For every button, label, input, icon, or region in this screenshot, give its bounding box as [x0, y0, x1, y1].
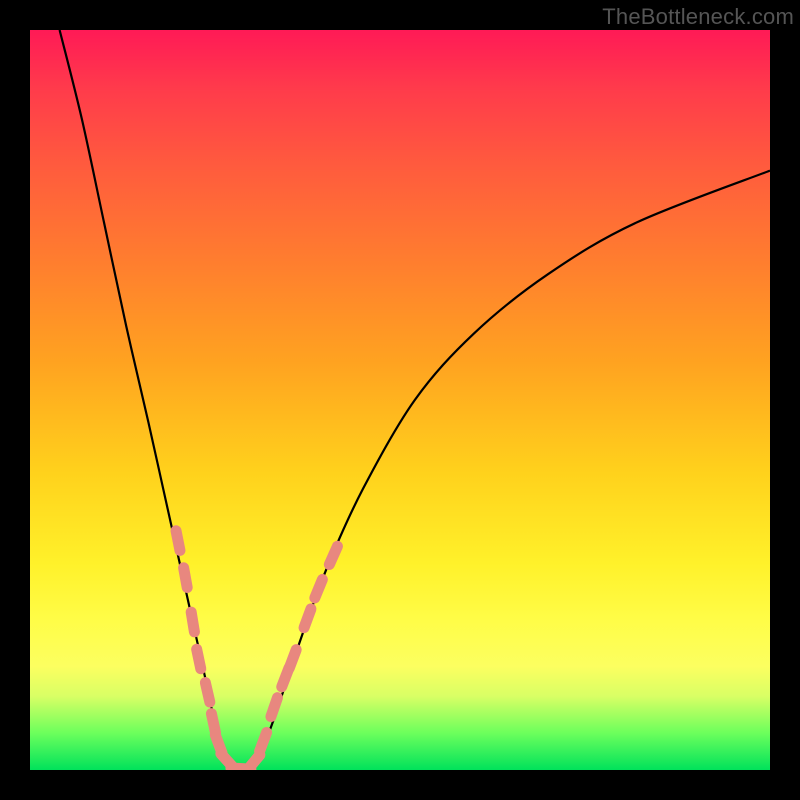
chart-frame: TheBottleneck.com: [0, 0, 800, 800]
data-marker: [205, 683, 209, 702]
data-marker: [184, 568, 188, 588]
data-marker: [315, 579, 323, 597]
data-marker: [304, 609, 311, 628]
curve-svg: [30, 30, 770, 770]
plot-area: [30, 30, 770, 770]
data-marker: [247, 755, 260, 770]
data-marker: [271, 698, 278, 717]
bottleneck-curve: [60, 30, 770, 770]
data-marker: [329, 546, 337, 564]
data-markers-group: [176, 531, 337, 770]
data-marker: [176, 531, 180, 551]
data-marker: [197, 649, 201, 669]
watermark-text: TheBottleneck.com: [602, 4, 794, 30]
data-marker: [191, 612, 194, 632]
data-marker: [260, 733, 267, 752]
data-marker: [289, 650, 296, 669]
